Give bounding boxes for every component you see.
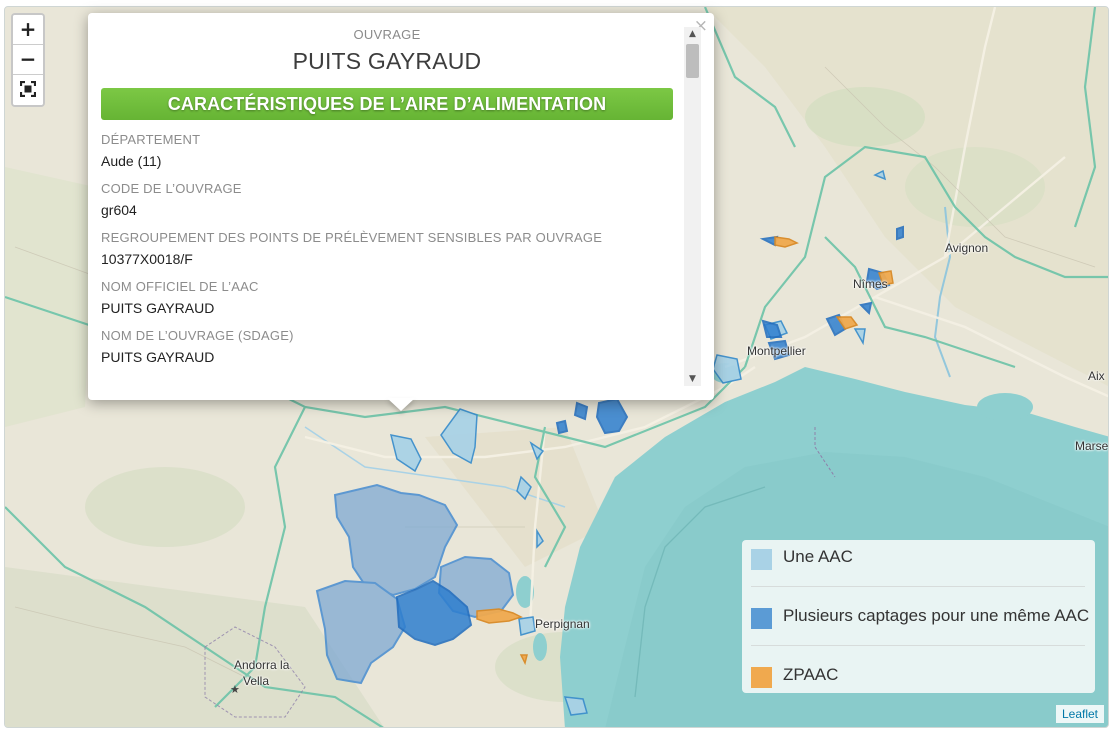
scroll-thumb[interactable]: [686, 44, 699, 78]
popup-content[interactable]: OUVRAGE PUITS GAYRAUD CARACTÉRISTIQUES D…: [101, 27, 673, 389]
legend-divider: [751, 586, 1085, 587]
field-label: NOM OFFICIEL DE L’AAC: [101, 279, 259, 294]
zoom-out-button[interactable]: −: [13, 45, 43, 75]
field-value: gr604: [101, 202, 137, 218]
place-label-andorra-line1: Andorra la: [234, 658, 290, 672]
scroll-down-icon[interactable]: ▼: [684, 372, 701, 386]
legend-divider: [751, 645, 1085, 646]
feature-popup: × OUVRAGE PUITS GAYRAUD CARACTÉRISTIQUES…: [88, 13, 714, 400]
legend-label: Une AAC: [783, 547, 853, 566]
legend-item-plusieurs-captages: Plusieurs captages pour une même AAC: [742, 599, 1095, 643]
legend-swatch: [751, 608, 772, 629]
field-regroupement: REGROUPEMENT DES POINTS DE PRÉLÈVEMENT S…: [101, 230, 673, 267]
legend-label: Plusieurs captages pour une même AAC: [783, 606, 1090, 625]
legend-item-une-aac: Une AAC: [742, 540, 1095, 584]
legend-swatch: [751, 667, 772, 688]
fullscreen-button[interactable]: [13, 75, 43, 105]
place-label-marseille: Marse: [1075, 439, 1109, 453]
legend-swatch: [751, 549, 772, 570]
place-label-aix: Aix: [1088, 369, 1105, 383]
field-label: CODE DE L’OUVRAGE: [101, 181, 242, 196]
place-label-avignon: Avignon: [945, 241, 989, 255]
legend-item-zpaac: ZPAAC: [742, 658, 1095, 702]
popup-title: PUITS GAYRAUD: [292, 48, 482, 74]
field-nom-ouvrage-sdage: NOM DE L’OUVRAGE (SDAGE) PUITS GAYRAUD: [101, 328, 673, 365]
legend-label: ZPAAC: [783, 665, 839, 684]
zoom-control: + −: [11, 13, 45, 107]
field-label: DÉPARTEMENT: [101, 132, 201, 147]
zoom-in-button[interactable]: +: [13, 15, 43, 45]
popup-eyebrow: OUVRAGE: [353, 27, 421, 42]
field-code-ouvrage: CODE DE L’OUVRAGE gr604: [101, 181, 673, 218]
place-label-montpellier: Montpellier: [747, 344, 806, 358]
place-label-andorra-line2: Vella: [243, 674, 270, 688]
field-label: NOM DE L’OUVRAGE (SDAGE): [101, 328, 294, 343]
fullscreen-icon: [19, 80, 37, 98]
field-nom-officiel-aac: NOM OFFICIEL DE L’AAC PUITS GAYRAUD: [101, 279, 673, 316]
place-label-perpignan: Perpignan: [535, 617, 590, 631]
scroll-up-icon[interactable]: ▲: [684, 27, 701, 41]
popup-scrollbar[interactable]: ▲ ▼: [684, 27, 701, 386]
section-banner: CARACTÉRISTIQUES DE L’AIRE D’ALIMENTATIO…: [101, 88, 673, 120]
field-label: REGROUPEMENT DES POINTS DE PRÉLÈVEMENT S…: [101, 230, 603, 245]
field-value: Aude (11): [101, 153, 162, 169]
place-label-nimes: Nîmes: [853, 277, 888, 291]
field-value: PUITS GAYRAUD: [101, 300, 215, 316]
svg-text:★: ★: [230, 683, 240, 696]
leaflet-attribution[interactable]: Leaflet: [1055, 705, 1104, 723]
field-value: 10377X0018/F: [101, 251, 193, 267]
field-departement: DÉPARTEMENT Aude (11): [101, 132, 673, 169]
field-value: PUITS GAYRAUD: [101, 349, 215, 365]
map-legend: Une AAC Plusieurs captages pour une même…: [742, 540, 1095, 693]
popup-tip: [387, 398, 415, 411]
